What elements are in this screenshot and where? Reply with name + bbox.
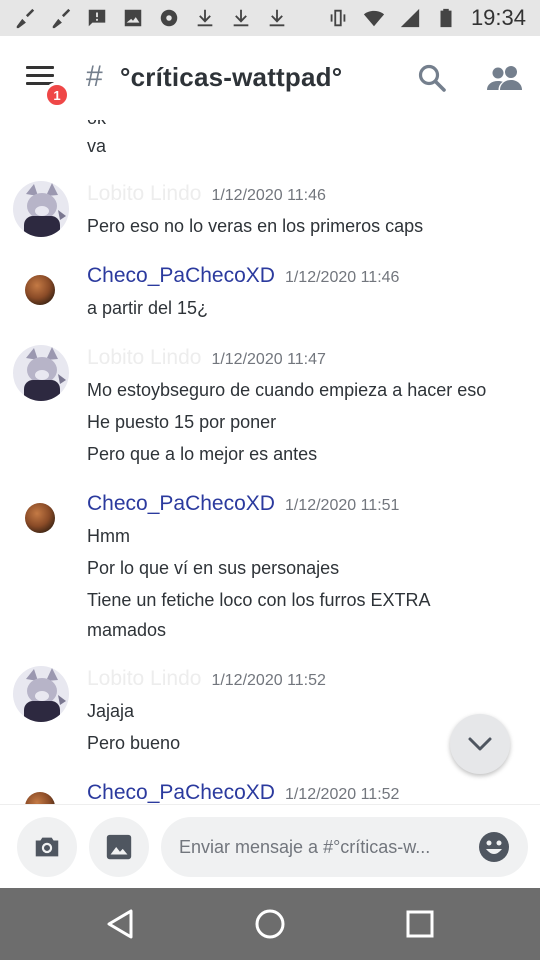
message-input-placeholder: Enviar mensaje a #°críticas-w... (179, 836, 431, 857)
gallery-button[interactable] (89, 817, 149, 877)
message-header: Checo_PaChecoXD 1/12/2020 11:52 (87, 781, 399, 804)
user-avatar[interactable] (24, 502, 56, 534)
image-icon (122, 7, 144, 29)
timestamp: 1/12/2020 11:52 (211, 672, 326, 689)
broom-icon (14, 7, 36, 29)
author-name[interactable]: Lobito Lindo (87, 667, 201, 691)
download-icon (266, 7, 288, 29)
message-text: Pero eso no lo veras en los primeros cap… (87, 216, 424, 236)
timestamp: 1/12/2020 11:52 (284, 786, 400, 803)
speed-icon (158, 7, 180, 29)
search-icon (418, 64, 446, 92)
timestamp: 1/12/2020 11:51 (284, 497, 400, 514)
clock: 19:34 (470, 5, 526, 30)
message-composer: Enviar mensaje a #°críticas-w... (0, 804, 540, 888)
channel-header: 1 # °críticas-wattpad° (0, 36, 540, 120)
message-text: ok (87, 120, 106, 129)
members-icon (487, 66, 522, 90)
image-icon (106, 834, 132, 860)
message-text: mamados (87, 620, 167, 640)
scroll-to-bottom-button[interactable] (450, 714, 510, 774)
download-icon (194, 7, 216, 29)
wolf-avatar[interactable] (12, 344, 70, 402)
author-name[interactable]: Lobito Lindo (87, 182, 201, 206)
camera-button[interactable] (17, 817, 77, 877)
author-name[interactable]: Checo_PaChecoXD (87, 264, 275, 288)
back-icon[interactable] (103, 906, 139, 942)
menu-bar (26, 66, 54, 69)
vibrate-icon (327, 7, 349, 29)
message-text: Tiene un fetiche loco con los furros EXT… (87, 590, 431, 610)
broom-icon (50, 7, 72, 29)
message-text: Pero bueno (87, 733, 181, 753)
message-text: He puesto 15 por poner (87, 412, 277, 432)
members-button[interactable] (486, 62, 524, 94)
user-avatar[interactable] (24, 791, 56, 804)
message-text: Pero que a lo mejor es antes (87, 444, 318, 464)
status-bar: 19:34 (0, 0, 540, 36)
channel-title: °críticas-wattpad° (120, 62, 343, 92)
message-header: Checo_PaChecoXD 1/12/2020 11:51 (87, 492, 399, 516)
wolf-avatar[interactable] (12, 180, 70, 238)
notification-icons (14, 7, 288, 29)
timestamp: 1/12/2020 11:47 (211, 351, 326, 368)
home-icon[interactable] (252, 906, 288, 942)
message-text: Hmm (87, 526, 130, 546)
author-name[interactable]: Checo_PaChecoXD (87, 492, 275, 516)
wolf-avatar[interactable] (12, 665, 70, 723)
signal-icon (399, 7, 421, 29)
camera-icon (35, 837, 59, 857)
message-text: va (87, 136, 107, 156)
message-header: Lobito Lindo 1/12/2020 11:52 (87, 667, 326, 691)
chat-alert-icon (86, 7, 108, 29)
message-header: Lobito Lindo 1/12/2020 11:47 (87, 346, 326, 370)
message-text: Por lo que ví en sus personajes (87, 558, 340, 578)
battery-icon (435, 7, 457, 29)
author-name[interactable]: Checo_PaChecoXD (87, 781, 275, 804)
message-header: Lobito Lindo 1/12/2020 11:46 (87, 182, 326, 206)
timestamp: 1/12/2020 11:46 (284, 269, 400, 286)
user-avatar[interactable] (24, 274, 56, 306)
system-icons: 19:34 (327, 5, 526, 31)
notification-badge: 1 (44, 82, 70, 108)
recents-icon[interactable] (402, 906, 438, 942)
message-input[interactable]: Enviar mensaje a #°críticas-w... (161, 817, 528, 877)
hash-icon: # (86, 60, 103, 93)
chevron-down-icon (468, 737, 492, 751)
search-button[interactable] (416, 62, 448, 94)
timestamp: 1/12/2020 11:46 (211, 187, 326, 204)
message-text: a partir del 15¿ (87, 298, 209, 318)
system-nav-bar (0, 888, 540, 960)
download-icon (230, 7, 252, 29)
menu-bar (26, 74, 54, 77)
wifi-icon (363, 7, 385, 29)
author-name[interactable]: Lobito Lindo (87, 346, 201, 370)
message-text: Mo estoybseguro de cuando empieza a hace… (87, 380, 487, 400)
message-list[interactable]: ok va Lobito Lindo 1/12/2020 11:46 Pero … (0, 120, 540, 804)
emoji-icon[interactable] (478, 831, 510, 863)
message-text: Jajaja (87, 701, 135, 721)
message-header: Checo_PaChecoXD 1/12/2020 11:46 (87, 264, 399, 288)
